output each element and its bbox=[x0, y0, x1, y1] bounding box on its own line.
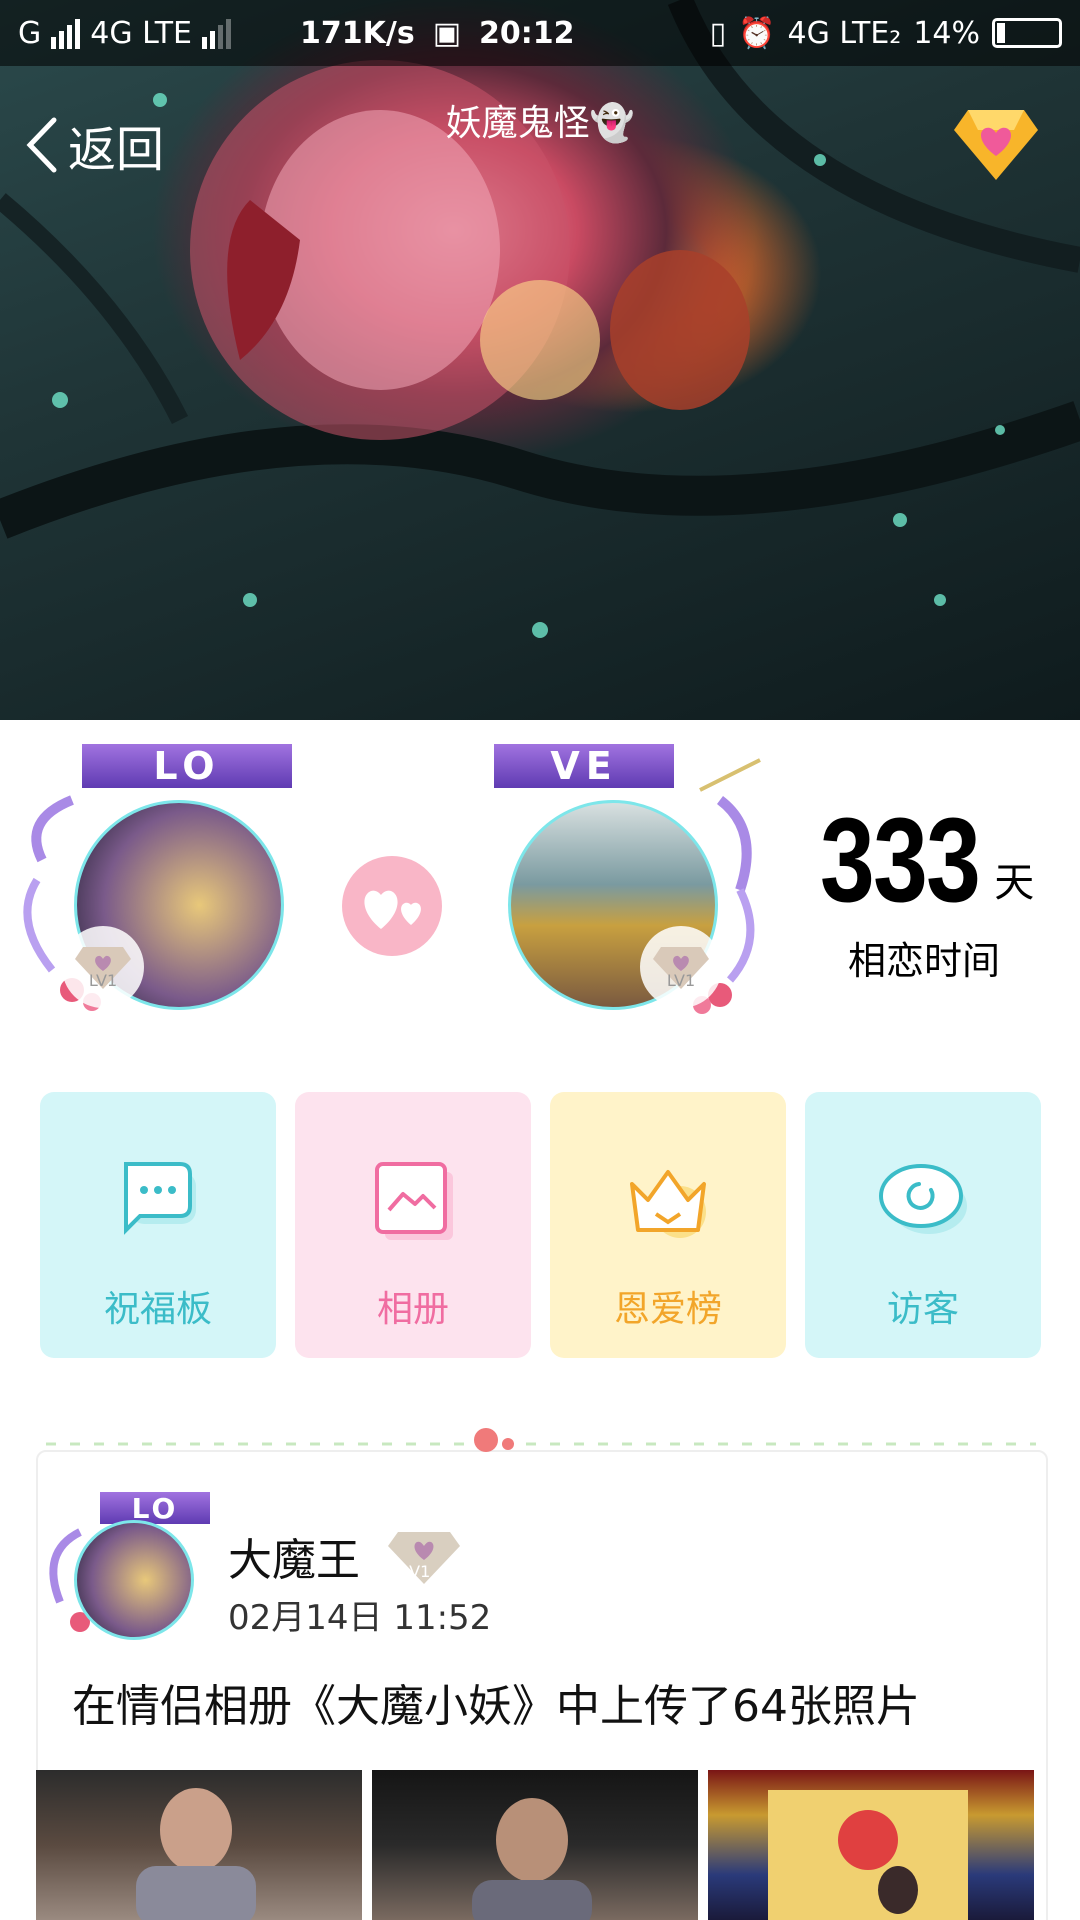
vibrate-icon: ▯ bbox=[709, 15, 727, 51]
visitors-label: 访客 bbox=[886, 1289, 959, 1330]
level-text-left: LV1 bbox=[88, 971, 118, 990]
avatar-left-frame[interactable]: LO LV1 bbox=[12, 740, 292, 1020]
decorative-vine-border bbox=[46, 1428, 1036, 1452]
nav-bar: 返回 妖魔鬼怪👻 bbox=[0, 66, 1080, 180]
love-ranking-label: 恩爱榜 bbox=[613, 1289, 722, 1330]
page-title: 妖魔鬼怪👻 bbox=[445, 103, 635, 144]
album-card[interactable]: 相册 bbox=[295, 1092, 531, 1358]
status-bar: G 4G LTE 171K/s ▣ 20:12 ▯ ⏰ 4G LTE₂ 14% bbox=[0, 0, 1080, 66]
visitors-card[interactable]: 访客 bbox=[805, 1092, 1041, 1358]
level-badge-left: LV1 bbox=[62, 926, 144, 1008]
blessing-board-label: 祝福板 bbox=[103, 1289, 212, 1330]
feed-timestamp: 02月14日 11:52 bbox=[228, 1598, 492, 1638]
network-label-2: 4G LTE₂ bbox=[787, 15, 902, 51]
battery-icon bbox=[992, 18, 1062, 48]
photo-content-2 bbox=[472, 1798, 592, 1920]
signal-icon-2 bbox=[201, 17, 231, 49]
eye-icon bbox=[879, 1164, 967, 1234]
avatar-right-frame[interactable]: VE LV1 bbox=[490, 740, 770, 1020]
double-heart-icon bbox=[364, 890, 421, 929]
level-text-right: LV1 bbox=[666, 971, 696, 990]
days-label: 相恋时间 bbox=[848, 939, 1001, 983]
photo-content-1 bbox=[136, 1788, 256, 1920]
photo-album-icon bbox=[375, 1162, 453, 1240]
feed-level-badge: LV1 bbox=[388, 1528, 460, 1584]
couple-heart-button[interactable] bbox=[342, 856, 442, 956]
battery-percent: 14% bbox=[913, 15, 980, 51]
days-unit: 天 bbox=[994, 860, 1035, 906]
ribbon-left: LO bbox=[82, 744, 292, 788]
days-count: 333 bbox=[820, 793, 981, 927]
network-label: 4G LTE bbox=[90, 15, 192, 51]
feed-ribbon: LO bbox=[100, 1492, 210, 1525]
ribbon-right: VE bbox=[494, 744, 674, 788]
love-ranking-card[interactable]: 恩爱榜 bbox=[550, 1092, 786, 1358]
notification-icon: ▣ bbox=[432, 15, 462, 51]
signal-icon bbox=[51, 17, 81, 49]
alarm-icon: ⏰ bbox=[738, 15, 776, 51]
feed-avatar-photo bbox=[74, 1520, 194, 1640]
feed-level-text: LV1 bbox=[402, 1562, 431, 1581]
feed-post-text: 在情侣相册《大魔小妖》中上传了64张照片 bbox=[72, 1681, 920, 1732]
feed-photo-2[interactable] bbox=[372, 1770, 698, 1920]
level-badge-right: LV1 bbox=[640, 926, 722, 1008]
photo-content-3 bbox=[768, 1790, 968, 1920]
network-speed: 171K/s bbox=[300, 15, 415, 51]
relationship-days: 333 天 bbox=[820, 800, 1034, 920]
album-label: 相册 bbox=[376, 1289, 449, 1330]
carrier-label: G bbox=[18, 15, 42, 51]
feed-photo-3[interactable] bbox=[708, 1770, 1034, 1920]
chat-bubble-icon bbox=[124, 1162, 196, 1235]
blessing-board-card[interactable]: 祝福板 bbox=[40, 1092, 276, 1358]
crown-icon bbox=[630, 1170, 706, 1238]
diamond-heart-icon[interactable] bbox=[954, 106, 1038, 180]
feed-photo-1[interactable] bbox=[36, 1770, 362, 1920]
feed-user-name[interactable]: 大魔王 bbox=[228, 1524, 360, 1588]
clock: 20:12 bbox=[479, 15, 575, 51]
feed-avatar[interactable]: LO bbox=[40, 1492, 210, 1642]
